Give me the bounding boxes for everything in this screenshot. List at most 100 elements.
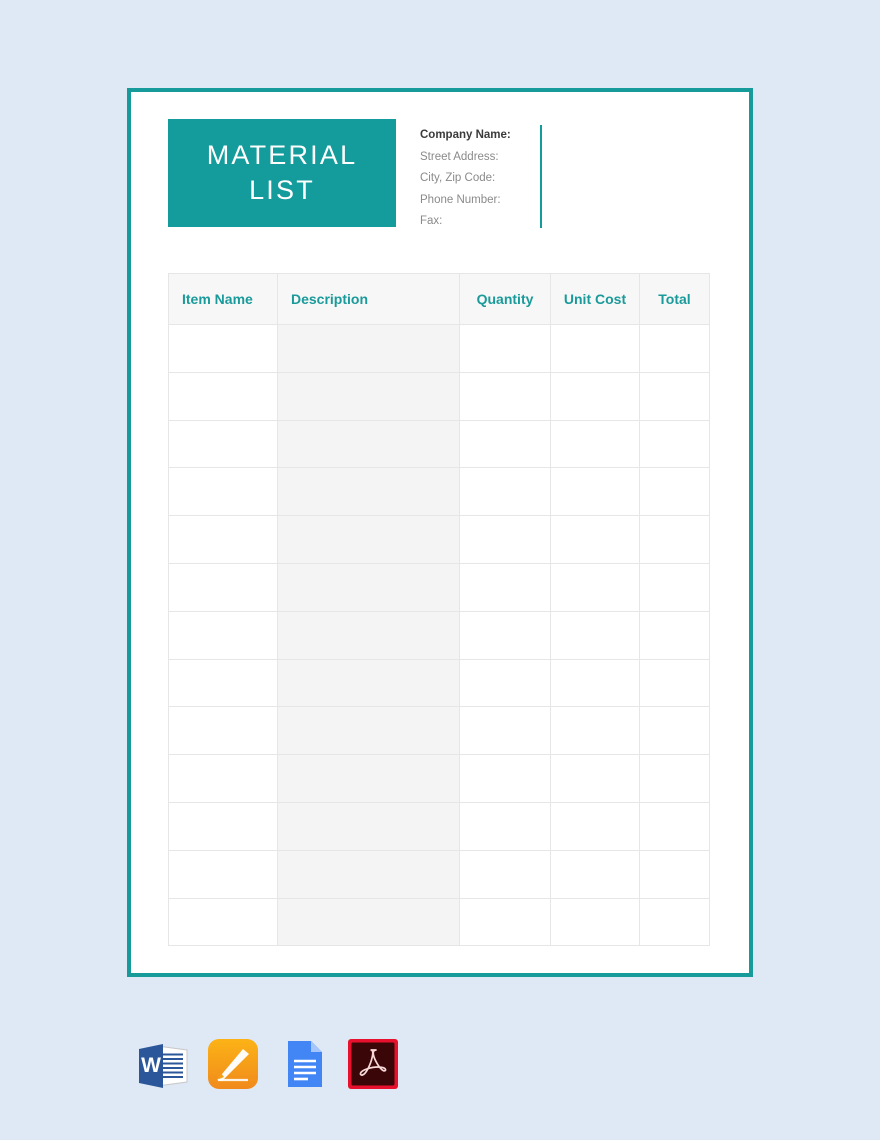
table-cell-item_name[interactable] [168,849,278,899]
table-cell-total[interactable] [639,897,710,947]
table-cell-quantity[interactable] [459,324,551,373]
table-cell-total[interactable] [639,324,710,373]
table-row [168,897,710,947]
table-row [168,371,710,421]
table-cell-quantity[interactable] [459,610,551,660]
table-cell-unit_cost[interactable] [550,801,640,851]
table-cell-unit_cost[interactable] [550,610,640,660]
template-page-frame: MATERIAL LIST Company Name: Street Addre… [127,88,753,977]
table-cell-description[interactable] [277,801,460,851]
ms-word-icon[interactable]: W [135,1036,191,1092]
table-cell-item_name[interactable] [168,324,278,373]
table-cell-quantity[interactable] [459,658,551,708]
table-cell-unit_cost[interactable] [550,897,640,947]
company-name-label: Company Name: [420,129,511,141]
table-cell-unit_cost[interactable] [550,562,640,612]
table-cell-total[interactable] [639,419,710,469]
table-cell-total[interactable] [639,706,710,756]
table-cell-unit_cost[interactable] [550,658,640,708]
material-table-body [168,324,710,947]
table-cell-description[interactable] [277,706,460,756]
table-cell-description[interactable] [277,610,460,660]
column-header-unit-cost: Unit Cost [550,273,640,325]
table-cell-total[interactable] [639,801,710,851]
table-row [168,849,710,899]
title-box: MATERIAL LIST [168,119,396,227]
table-cell-description[interactable] [277,897,460,947]
table-row [168,801,710,851]
page-title-line-1: MATERIAL [206,140,358,170]
table-row [168,419,710,469]
fax-label: Fax: [420,215,443,227]
table-cell-item_name[interactable] [168,610,278,660]
table-cell-quantity[interactable] [459,801,551,851]
company-info-block: Company Name: Street Address: City, Zip … [420,119,542,233]
table-cell-total[interactable] [639,562,710,612]
table-cell-item_name[interactable] [168,897,278,947]
table-cell-item_name[interactable] [168,467,278,517]
material-table-head: Item Name Description Quantity Unit Cost… [168,273,710,325]
table-row [168,467,710,517]
table-cell-item_name[interactable] [168,801,278,851]
apple-pages-icon[interactable] [205,1036,261,1092]
table-row [168,658,710,708]
table-cell-total[interactable] [639,515,710,564]
table-cell-total[interactable] [639,754,710,803]
table-cell-quantity[interactable] [459,562,551,612]
table-cell-quantity[interactable] [459,419,551,469]
table-cell-quantity[interactable] [459,515,551,564]
table-cell-unit_cost[interactable] [550,849,640,899]
table-row [168,562,710,612]
document-header: MATERIAL LIST Company Name: Street Addre… [168,119,712,239]
table-cell-unit_cost[interactable] [550,467,640,517]
table-cell-total[interactable] [639,467,710,517]
table-cell-item_name[interactable] [168,371,278,421]
table-cell-unit_cost[interactable] [550,754,640,803]
column-header-description: Description [277,273,460,325]
table-cell-description[interactable] [277,467,460,517]
table-cell-quantity[interactable] [459,849,551,899]
table-row [168,610,710,660]
table-cell-unit_cost[interactable] [550,371,640,421]
table-cell-description[interactable] [277,419,460,469]
table-cell-quantity[interactable] [459,371,551,421]
table-cell-unit_cost[interactable] [550,419,640,469]
table-cell-description[interactable] [277,849,460,899]
table-cell-item_name[interactable] [168,706,278,756]
table-cell-description[interactable] [277,324,460,373]
table-row [168,324,710,373]
table-cell-item_name[interactable] [168,754,278,803]
table-cell-item_name[interactable] [168,658,278,708]
table-cell-item_name[interactable] [168,562,278,612]
table-cell-unit_cost[interactable] [550,706,640,756]
page-title-line-2: LIST [249,175,315,205]
material-table: Item Name Description Quantity Unit Cost… [168,273,710,947]
column-header-quantity: Quantity [459,273,551,325]
table-row [168,754,710,803]
table-cell-description[interactable] [277,562,460,612]
table-cell-description[interactable] [277,515,460,564]
table-cell-description[interactable] [277,658,460,708]
adobe-pdf-icon[interactable] [345,1036,401,1092]
table-cell-total[interactable] [639,371,710,421]
table-cell-quantity[interactable] [459,467,551,517]
company-info-fields: Company Name: Street Address: City, Zip … [420,125,538,233]
table-cell-unit_cost[interactable] [550,515,640,564]
column-header-total: Total [639,273,710,325]
table-cell-total[interactable] [639,658,710,708]
table-cell-total[interactable] [639,610,710,660]
table-cell-quantity[interactable] [459,754,551,803]
table-cell-quantity[interactable] [459,706,551,756]
svg-text:W: W [141,1054,161,1077]
city-zip-label: City, Zip Code: [420,172,496,184]
table-cell-description[interactable] [277,371,460,421]
street-address-label: Street Address: [420,150,499,163]
table-cell-item_name[interactable] [168,419,278,469]
table-row [168,706,710,756]
google-docs-icon[interactable] [275,1036,331,1092]
table-cell-total[interactable] [639,849,710,899]
table-cell-unit_cost[interactable] [550,324,640,373]
table-cell-quantity[interactable] [459,897,551,947]
table-cell-description[interactable] [277,754,460,803]
table-cell-item_name[interactable] [168,515,278,564]
